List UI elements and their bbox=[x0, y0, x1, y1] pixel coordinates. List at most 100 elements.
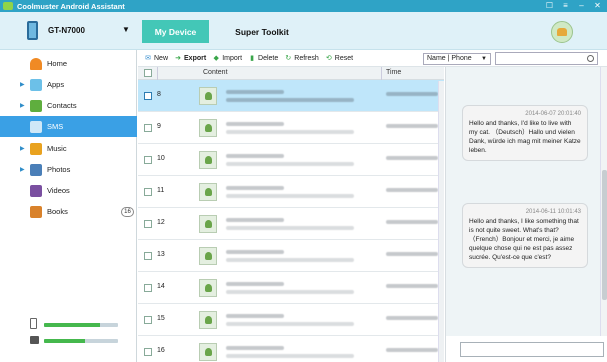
row-checkbox[interactable] bbox=[144, 252, 152, 260]
title-bar: Coolmuster Android Assistant ☐ ≡ – ✕ bbox=[0, 0, 607, 12]
row-number: 13 bbox=[157, 251, 165, 258]
message-time: 2014-06-11 10:01:43 bbox=[525, 209, 581, 215]
row-checkbox[interactable] bbox=[144, 284, 152, 292]
table-row[interactable]: 14 bbox=[138, 272, 444, 304]
conversation-panel: 2014-06-07 20:01:40 Hello and thanks, I'… bbox=[445, 67, 607, 362]
row-checkbox[interactable] bbox=[144, 92, 152, 100]
toolbar: ✉ New ➜ Export ◆ Import ▮ Delete ↻ Refre… bbox=[138, 51, 607, 67]
feedback-icon[interactable]: ☐ bbox=[544, 1, 555, 11]
column-divider bbox=[381, 67, 382, 80]
blurred-contact bbox=[226, 346, 284, 350]
list-scrollbar[interactable] bbox=[438, 81, 444, 362]
sidebar-item-label: Apps bbox=[47, 80, 65, 89]
tab-super-toolkit[interactable]: Super Toolkit bbox=[222, 20, 302, 43]
contact-avatar-icon bbox=[199, 343, 217, 361]
table-row[interactable]: 10 bbox=[138, 144, 444, 176]
table-row[interactable]: 13 bbox=[138, 240, 444, 272]
sidebar-item-books[interactable]: Books 16 bbox=[0, 201, 137, 222]
table-row[interactable]: 16 bbox=[138, 336, 444, 362]
export-label: Export bbox=[184, 55, 207, 62]
import-icon: ◆ bbox=[213, 54, 219, 62]
refresh-button[interactable]: ↻ Refresh bbox=[284, 55, 318, 63]
contact-avatar-icon bbox=[199, 247, 217, 265]
books-count-badge: 16 bbox=[121, 206, 134, 217]
row-checkbox[interactable] bbox=[144, 124, 152, 132]
reply-input[interactable] bbox=[460, 342, 604, 357]
export-icon: ➜ bbox=[175, 54, 181, 62]
column-header-time[interactable]: Time bbox=[386, 69, 401, 76]
import-button[interactable]: ◆ Import bbox=[212, 55, 242, 63]
blurred-contact bbox=[226, 186, 284, 190]
row-checkbox[interactable] bbox=[144, 348, 152, 356]
blurred-time bbox=[386, 348, 438, 352]
blurred-message bbox=[226, 322, 354, 326]
row-checkbox[interactable] bbox=[144, 220, 152, 228]
conversation-thread: 2014-06-07 20:01:40 Hello and thanks, I'… bbox=[446, 67, 600, 336]
contact-avatar-icon bbox=[199, 215, 217, 233]
sidebar-item-videos[interactable]: Videos bbox=[0, 180, 137, 201]
new-button[interactable]: ✉ New bbox=[144, 55, 168, 63]
sidebar-item-home[interactable]: Home bbox=[0, 53, 137, 74]
search-input[interactable] bbox=[495, 52, 598, 65]
menu-icon[interactable]: ≡ bbox=[560, 1, 571, 11]
row-checkbox[interactable] bbox=[144, 316, 152, 324]
blurred-time bbox=[386, 252, 438, 256]
delete-button[interactable]: ▮ Delete bbox=[248, 55, 278, 63]
blurred-message bbox=[226, 130, 354, 134]
user-avatar-icon[interactable] bbox=[551, 21, 573, 43]
close-icon[interactable]: ✕ bbox=[592, 1, 603, 11]
tab-my-device[interactable]: My Device bbox=[142, 20, 209, 43]
header: GT-N7000 ▼ My Device Super Toolkit bbox=[0, 12, 607, 50]
videos-icon bbox=[30, 184, 42, 197]
minimize-icon[interactable]: – bbox=[576, 1, 587, 11]
expand-arrow-icon[interactable]: ▶ bbox=[20, 81, 25, 88]
blurred-time bbox=[386, 284, 438, 288]
contact-avatar-icon bbox=[199, 87, 217, 105]
conversation-scrollbar[interactable] bbox=[600, 67, 607, 336]
apps-icon bbox=[30, 78, 42, 91]
blurred-contact bbox=[226, 314, 284, 318]
sd-storage-meter bbox=[30, 334, 120, 346]
sd-storage-bar bbox=[44, 339, 118, 343]
search-icon[interactable] bbox=[587, 55, 594, 62]
row-checkbox[interactable] bbox=[144, 188, 152, 196]
sidebar-item-label: Photos bbox=[47, 165, 71, 174]
message-time: 2014-06-07 20:01:40 bbox=[525, 111, 581, 117]
expand-arrow-icon[interactable]: ▶ bbox=[20, 166, 25, 173]
contact-avatar-icon bbox=[199, 279, 217, 297]
sidebar-item-apps[interactable]: ▶ Apps bbox=[0, 74, 137, 95]
table-row[interactable]: 11 bbox=[138, 176, 444, 208]
sidebar-item-music[interactable]: ▶ Music bbox=[0, 138, 137, 159]
scrollbar-thumb[interactable] bbox=[602, 170, 607, 300]
device-name[interactable]: GT-N7000 bbox=[48, 26, 85, 35]
message-bubble: 2014-06-11 10:01:43 Hello and thanks, I … bbox=[462, 203, 588, 268]
expand-arrow-icon[interactable]: ▶ bbox=[20, 102, 25, 109]
table-row[interactable]: 8 bbox=[138, 80, 444, 112]
message-text: Hello and thanks, I'd like to live with … bbox=[469, 120, 581, 154]
column-divider bbox=[157, 67, 158, 80]
list-header: Content Time bbox=[138, 67, 444, 80]
sidebar-item-label: Videos bbox=[47, 186, 70, 195]
blurred-time bbox=[386, 92, 438, 96]
reset-button[interactable]: ⟲ Reset bbox=[325, 55, 353, 63]
filter-select[interactable]: Name | Phone ▼ bbox=[423, 53, 491, 65]
phone-storage-icon bbox=[30, 318, 37, 329]
export-button[interactable]: ➜ Export bbox=[174, 55, 206, 63]
table-row[interactable]: 15 bbox=[138, 304, 444, 336]
column-header-content[interactable]: Content bbox=[203, 69, 228, 76]
row-number: 12 bbox=[157, 219, 165, 226]
blurred-message bbox=[226, 258, 354, 262]
sidebar-item-sms[interactable]: SMS bbox=[0, 116, 137, 137]
sidebar-item-photos[interactable]: ▶ Photos bbox=[0, 159, 137, 180]
chevron-down-icon[interactable]: ▼ bbox=[122, 25, 130, 34]
sd-storage-fill bbox=[44, 339, 85, 343]
table-row[interactable]: 9 bbox=[138, 112, 444, 144]
table-row[interactable]: 12 bbox=[138, 208, 444, 240]
select-all-checkbox[interactable] bbox=[144, 69, 152, 77]
contact-avatar-icon bbox=[199, 151, 217, 169]
expand-arrow-icon[interactable]: ▶ bbox=[20, 145, 25, 152]
phone-storage-meter bbox=[30, 318, 120, 330]
sidebar-item-contacts[interactable]: ▶ Contacts bbox=[0, 95, 137, 116]
reset-label: Reset bbox=[334, 55, 354, 62]
row-checkbox[interactable] bbox=[144, 156, 152, 164]
